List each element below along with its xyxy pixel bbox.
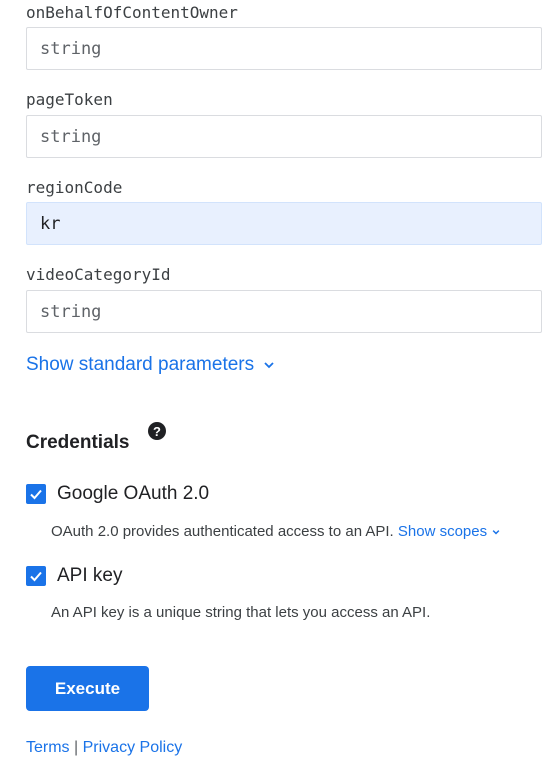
show-scopes-label: Show scopes [397, 523, 488, 540]
api-key-checkbox[interactable] [26, 566, 46, 586]
chevron-down-icon [492, 530, 500, 535]
show-scopes-link[interactable]: Show scopes [398, 523, 501, 540]
param-label-regioncode: regionCode [26, 178, 123, 197]
chevron-down-icon [264, 362, 274, 369]
credentials-title: Credentials [26, 432, 130, 453]
param-label-pagetoken: pageToken [26, 90, 113, 109]
checkbox-checked-icon [30, 571, 42, 582]
api-key-label: API key [57, 565, 123, 586]
execute-button[interactable]: Execute [26, 666, 149, 711]
footer-separator: | [74, 739, 79, 756]
help-icon[interactable]: ? [148, 422, 166, 440]
privacy-policy-link[interactable]: Privacy Policy [83, 739, 183, 756]
pagetoken-input[interactable] [26, 115, 542, 158]
onbehalfofcontentowner-input[interactable] [26, 27, 542, 70]
videocategoryid-input[interactable] [26, 290, 542, 333]
oauth-checkbox[interactable] [26, 484, 46, 504]
show-standard-parameters-label: Show standard parameters [26, 354, 255, 375]
regioncode-input[interactable] [26, 202, 542, 245]
oauth-description-text: OAuth 2.0 provides authenticated access … [51, 523, 394, 540]
param-label-onbehalfofcontentowner: onBehalfOfContentOwner [26, 3, 238, 22]
checkbox-checked-icon [30, 489, 42, 500]
show-standard-parameters-link[interactable]: Show standard parameters [26, 353, 276, 377]
terms-link[interactable]: Terms [26, 739, 70, 756]
oauth-label: Google OAuth 2.0 [57, 483, 210, 504]
footer: Terms | Privacy Policy [26, 738, 182, 758]
param-label-videocategoryid: videoCategoryId [26, 265, 171, 284]
oauth-description: OAuth 2.0 provides authenticated access … [51, 522, 501, 542]
api-key-description: An API key is a unique string that lets … [51, 604, 431, 621]
